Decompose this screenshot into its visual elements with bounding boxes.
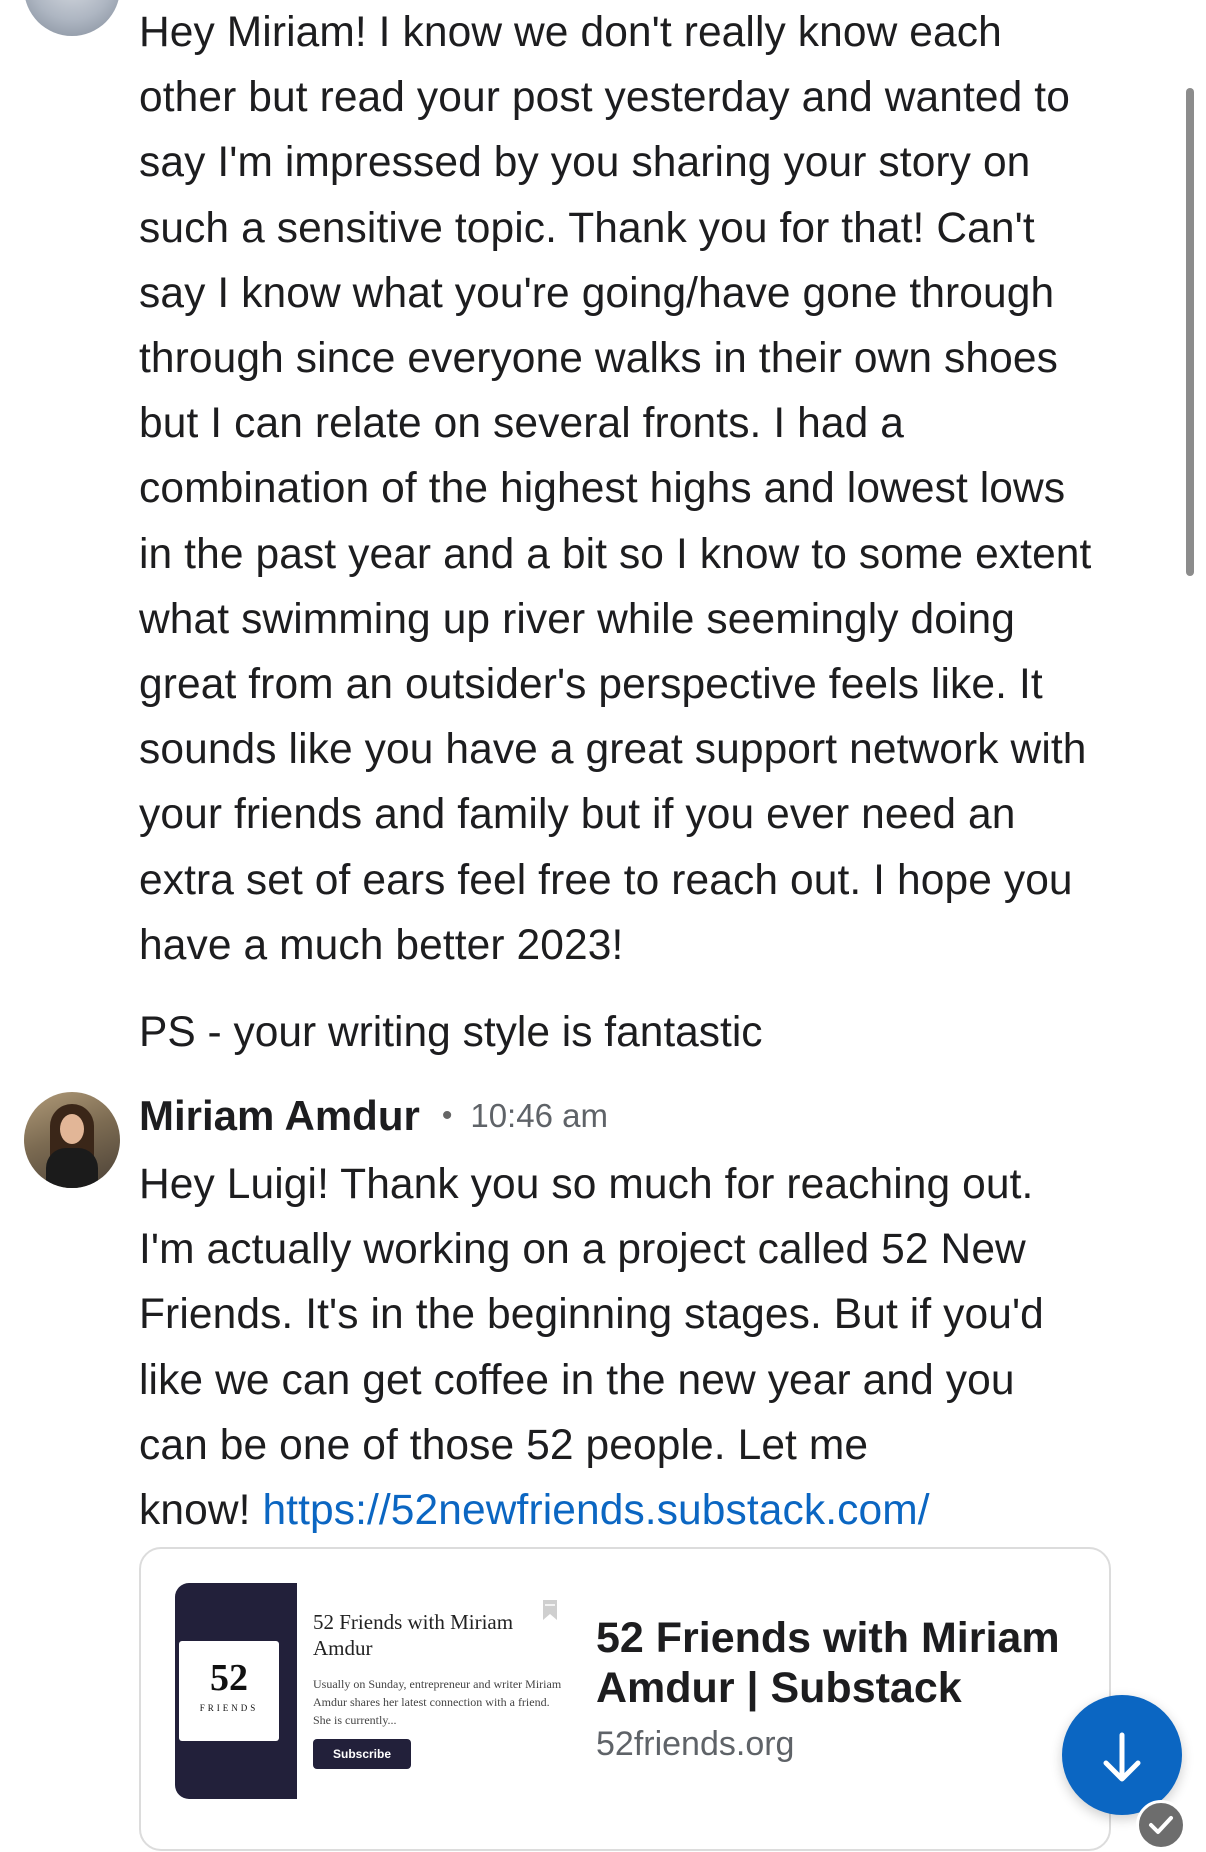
- message-line: your friends and family but if you ever …: [139, 791, 1016, 839]
- friends-logo: 52 FRIENDS: [179, 1641, 279, 1741]
- message-line: such a sensitive topic. Thank you for th…: [139, 204, 1035, 252]
- substack-link[interactable]: https://52newfriends.substack.com/: [262, 1487, 929, 1534]
- avatar-face: [60, 1114, 84, 1144]
- miriam-avatar[interactable]: [24, 1092, 120, 1188]
- message-line: Hey Luigi! Thank you so much for reachin…: [139, 1161, 1034, 1208]
- arrow-down-icon: [1103, 1732, 1141, 1782]
- message-line: sounds like you have a great support net…: [139, 726, 1087, 774]
- message-line: in the past year and a bit so I know to …: [139, 530, 1092, 578]
- message-timestamp: 10:46 am: [470, 1097, 608, 1134]
- postscript-text: PS - your writing style is fantastic: [139, 1009, 763, 1056]
- message-line: I'm actually working on a project called…: [139, 1226, 1026, 1274]
- message-line: through since everyone walks in their ow…: [139, 335, 1058, 383]
- message-line: other but read your post yesterday and w…: [139, 74, 1070, 122]
- message-line: extra set of ears feel free to reach out…: [139, 856, 1073, 904]
- sender-avatar-partial[interactable]: [24, 0, 120, 36]
- subscribe-button: Subscribe: [313, 1739, 411, 1769]
- message-line: say I'm impressed by you sharing your st…: [139, 139, 1031, 187]
- logo-word: FRIENDS: [199, 1703, 259, 1713]
- previous-message-body: Hey Miriam! I know we don't really know …: [139, 0, 1119, 978]
- message-line: but I can relate on several fronts. I ha…: [139, 400, 905, 448]
- reply-message-body: Hey Luigi! Thank you so much for reachin…: [139, 1152, 1119, 1543]
- message-line: have a much better 2023!: [139, 921, 624, 969]
- checkmark-icon: [1149, 1816, 1173, 1834]
- message-line: what swimming up river while seemingly d…: [139, 595, 1016, 643]
- message-line: can be one of those 52 people. Let me: [139, 1421, 869, 1469]
- message-text: know!: [139, 1487, 263, 1535]
- avatar-body: [46, 1148, 98, 1188]
- thumbnail-title: 52 Friends with Miriam Amdur: [313, 1610, 514, 1660]
- thumbnail-description: Usually on Sunday, entrepreneur and writ…: [313, 1677, 562, 1727]
- message-line: say I know what you're going/have gone t…: [139, 269, 1055, 317]
- message-line: Hey Miriam! I know we don't really know …: [139, 9, 1002, 56]
- read-receipt-badge: [1136, 1800, 1186, 1850]
- message-line-with-link: know! https://52newfriends.substack.com/: [139, 1478, 1119, 1543]
- scroll-to-bottom-button[interactable]: [1062, 1695, 1182, 1815]
- thumbnail-dark-panel: 52 FRIENDS: [175, 1583, 297, 1799]
- reply-header: Miriam Amdur • 10:46 am: [139, 1090, 608, 1142]
- message-line: like we can get coffee in the new year a…: [139, 1356, 1015, 1404]
- message-line: great from an outsider's perspective fee…: [139, 661, 1043, 709]
- preview-title[interactable]: 52 Friends with Miriam Amdur | Substack: [596, 1613, 1076, 1713]
- message-line: Friends. It's in the beginning stages. B…: [139, 1291, 1044, 1339]
- logo-number: 52: [210, 1657, 248, 1699]
- sender-name[interactable]: Miriam Amdur: [139, 1092, 420, 1140]
- message-line: combination of the highest highs and low…: [139, 465, 1066, 513]
- preview-thumbnail: 52 FRIENDS 52 Friends with Miriam Amdur …: [175, 1583, 591, 1799]
- vertical-scrollbar[interactable]: [1186, 88, 1194, 576]
- link-preview-card[interactable]: 52 FRIENDS 52 Friends with Miriam Amdur …: [139, 1547, 1111, 1851]
- separator-dot: •: [441, 1099, 453, 1132]
- preview-domain: 52friends.org: [596, 1725, 795, 1763]
- bookmark-icon: [543, 1600, 557, 1620]
